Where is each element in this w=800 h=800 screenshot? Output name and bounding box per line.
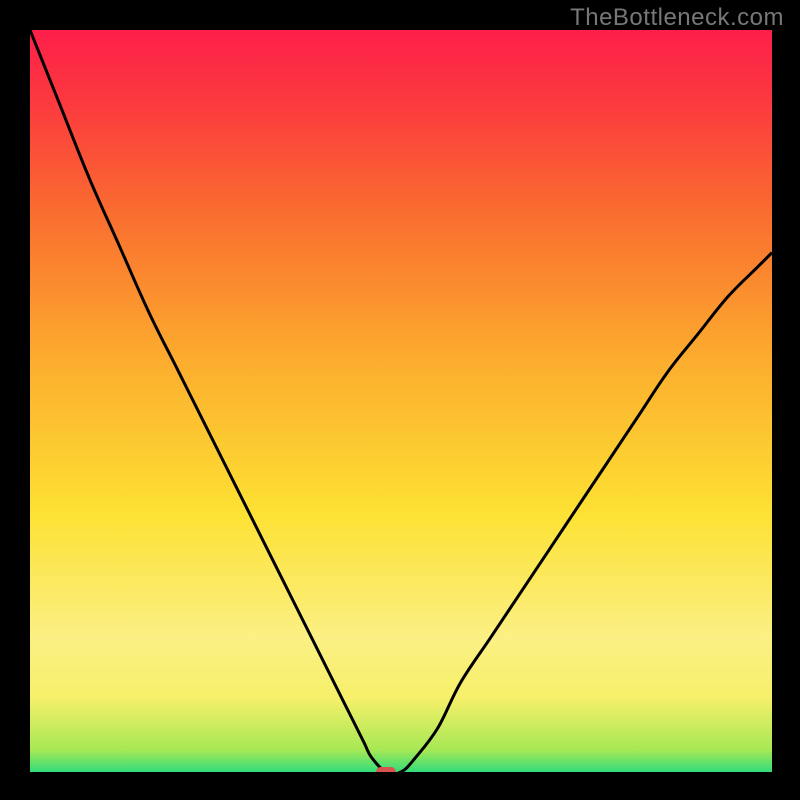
optimal-point-marker <box>376 767 396 772</box>
chart-background <box>30 30 772 772</box>
watermark-label: TheBottleneck.com <box>570 4 784 32</box>
chart-area <box>30 30 772 772</box>
chart-frame: TheBottleneck.com <box>0 0 800 800</box>
chart-svg <box>30 30 772 772</box>
